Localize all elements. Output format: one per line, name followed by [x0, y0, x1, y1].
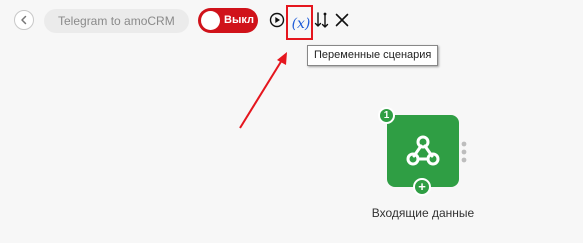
node-add-button[interactable]: +	[413, 178, 431, 196]
webhook-node[interactable]	[387, 115, 459, 187]
annotation-arrow	[239, 52, 287, 129]
node-badge: 1	[378, 107, 395, 124]
drag-handle-icon[interactable]	[461, 141, 467, 163]
node-label: Входящие данные	[371, 206, 475, 220]
webhook-icon	[406, 135, 440, 166]
